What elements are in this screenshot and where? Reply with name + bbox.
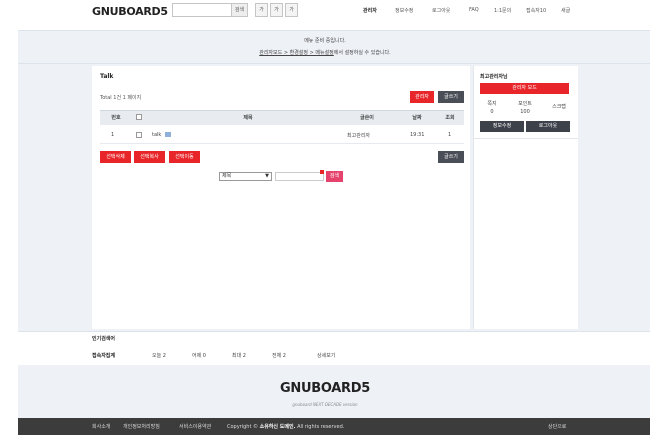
footer-link-company[interactable]: 회사소개	[92, 423, 110, 430]
menu-settings-link[interactable]: 관리자모드 > 환경설정 > 메뉴설정	[259, 50, 334, 56]
visit-detail-link[interactable]: 상세보기	[317, 352, 335, 359]
copyright-text: Copyright © 소유하신 도메인. All rights reserve…	[227, 423, 344, 430]
memo-count[interactable]: 0	[482, 109, 502, 115]
nav-logout[interactable]: 로그아웃	[432, 7, 450, 14]
menu-notice-text: 메뉴 준비 중입니다.	[304, 38, 346, 44]
nav-faq[interactable]: FAQ	[469, 7, 479, 13]
select-all-checkbox[interactable]	[136, 114, 142, 120]
column-header-date: 날짜	[412, 115, 422, 121]
footer-slogan: gnuboard NEXT DECADE version	[292, 402, 358, 407]
row-number: 1	[111, 132, 115, 138]
menu-notice-hint-rest: 에서 설정하실 수 있습니다.	[333, 50, 391, 56]
nav-new-posts[interactable]: 새글	[561, 7, 570, 14]
menu-notice-bar	[18, 30, 650, 64]
visit-total: 전체 2	[272, 353, 286, 359]
board-total-count: Total 1건 1 페이지	[100, 95, 142, 101]
copyright-suffix: All rights reserved.	[297, 424, 345, 430]
column-header-subject: 제목	[243, 115, 253, 121]
board-content	[92, 66, 470, 329]
sidebar-divider	[474, 138, 578, 139]
point-count[interactable]: 100	[513, 109, 537, 115]
search-field-value: 제목	[222, 173, 232, 179]
visit-yesterday: 어제 0	[192, 353, 206, 359]
copy-selected-button[interactable]: 선택복사	[134, 151, 165, 163]
column-header-author: 글쓴이	[360, 115, 374, 121]
delete-selected-button[interactable]: 선택삭제	[100, 151, 131, 163]
edit-info-button[interactable]: 정보수정	[480, 121, 524, 132]
write-button[interactable]: 글쓰기	[438, 91, 464, 103]
back-to-top-link[interactable]: 상단으로	[548, 423, 566, 430]
footer-link-privacy[interactable]: 개인정보처리방침	[123, 423, 160, 430]
scrap-link[interactable]: 스크랩	[547, 103, 571, 110]
search-field-select[interactable]: 제목 ▼	[219, 172, 272, 181]
nav-edit-info[interactable]: 정보수정	[395, 7, 413, 14]
nav-admin[interactable]: 관리자	[363, 7, 377, 14]
write-button-bottom[interactable]: 글쓰기	[438, 151, 464, 163]
board-search-input[interactable]	[275, 172, 324, 181]
site-logo[interactable]: GNUBOARD5	[92, 5, 168, 18]
footer-logo[interactable]: GNUBOARD5	[0, 381, 650, 396]
row-date: 19:31	[410, 132, 425, 138]
menu-notice-hint: 관리자모드 > 환경설정 > 메뉴설정에서 설정하실 수 있습니다.	[0, 49, 650, 56]
logout-button[interactable]: 로그아웃	[526, 121, 570, 132]
board-search-button[interactable]: 검색	[326, 171, 343, 182]
required-marker-icon	[320, 170, 324, 174]
point-label[interactable]: 포인트	[513, 100, 537, 107]
move-selected-button[interactable]: 선택이동	[169, 151, 200, 163]
search-button[interactable]: 검색	[231, 3, 248, 17]
column-header-number: 번호	[111, 115, 121, 121]
copyright-domain: 소유하신 도메인.	[259, 424, 296, 430]
board-admin-button[interactable]: 관리자	[410, 91, 434, 103]
comment-icon	[165, 132, 171, 137]
board-title: Talk	[100, 73, 114, 80]
admin-mode-button[interactable]: 관리자 모드	[480, 83, 569, 94]
row-views: 1	[448, 132, 452, 138]
memo-label[interactable]: 쪽지	[482, 100, 502, 107]
font-size-large-button[interactable]: 가	[285, 3, 298, 17]
font-size-medium-button[interactable]: 가	[270, 3, 283, 17]
nav-connect[interactable]: 접속자10	[526, 7, 546, 14]
row-divider	[100, 143, 464, 144]
copyright-prefix: Copyright ©	[227, 424, 259, 430]
font-size-small-button[interactable]: 가	[255, 3, 268, 17]
member-name: 최고관리자님	[480, 74, 508, 80]
row-subject-link[interactable]: talk	[152, 132, 161, 138]
chevron-down-icon: ▼	[265, 173, 269, 179]
column-header-views: 조회	[445, 115, 455, 121]
row-checkbox[interactable]	[136, 132, 142, 138]
visit-stats-label: 접속자집계	[92, 353, 116, 359]
popular-search-label: 인기검색어	[92, 336, 116, 342]
nav-qa[interactable]: 1:1문의	[494, 7, 511, 14]
visit-max: 최대 2	[232, 353, 246, 359]
visit-today: 오늘 2	[152, 353, 166, 359]
footer-link-terms[interactable]: 서비스이용약관	[179, 423, 211, 430]
row-author[interactable]: 최고관리자	[347, 132, 370, 139]
